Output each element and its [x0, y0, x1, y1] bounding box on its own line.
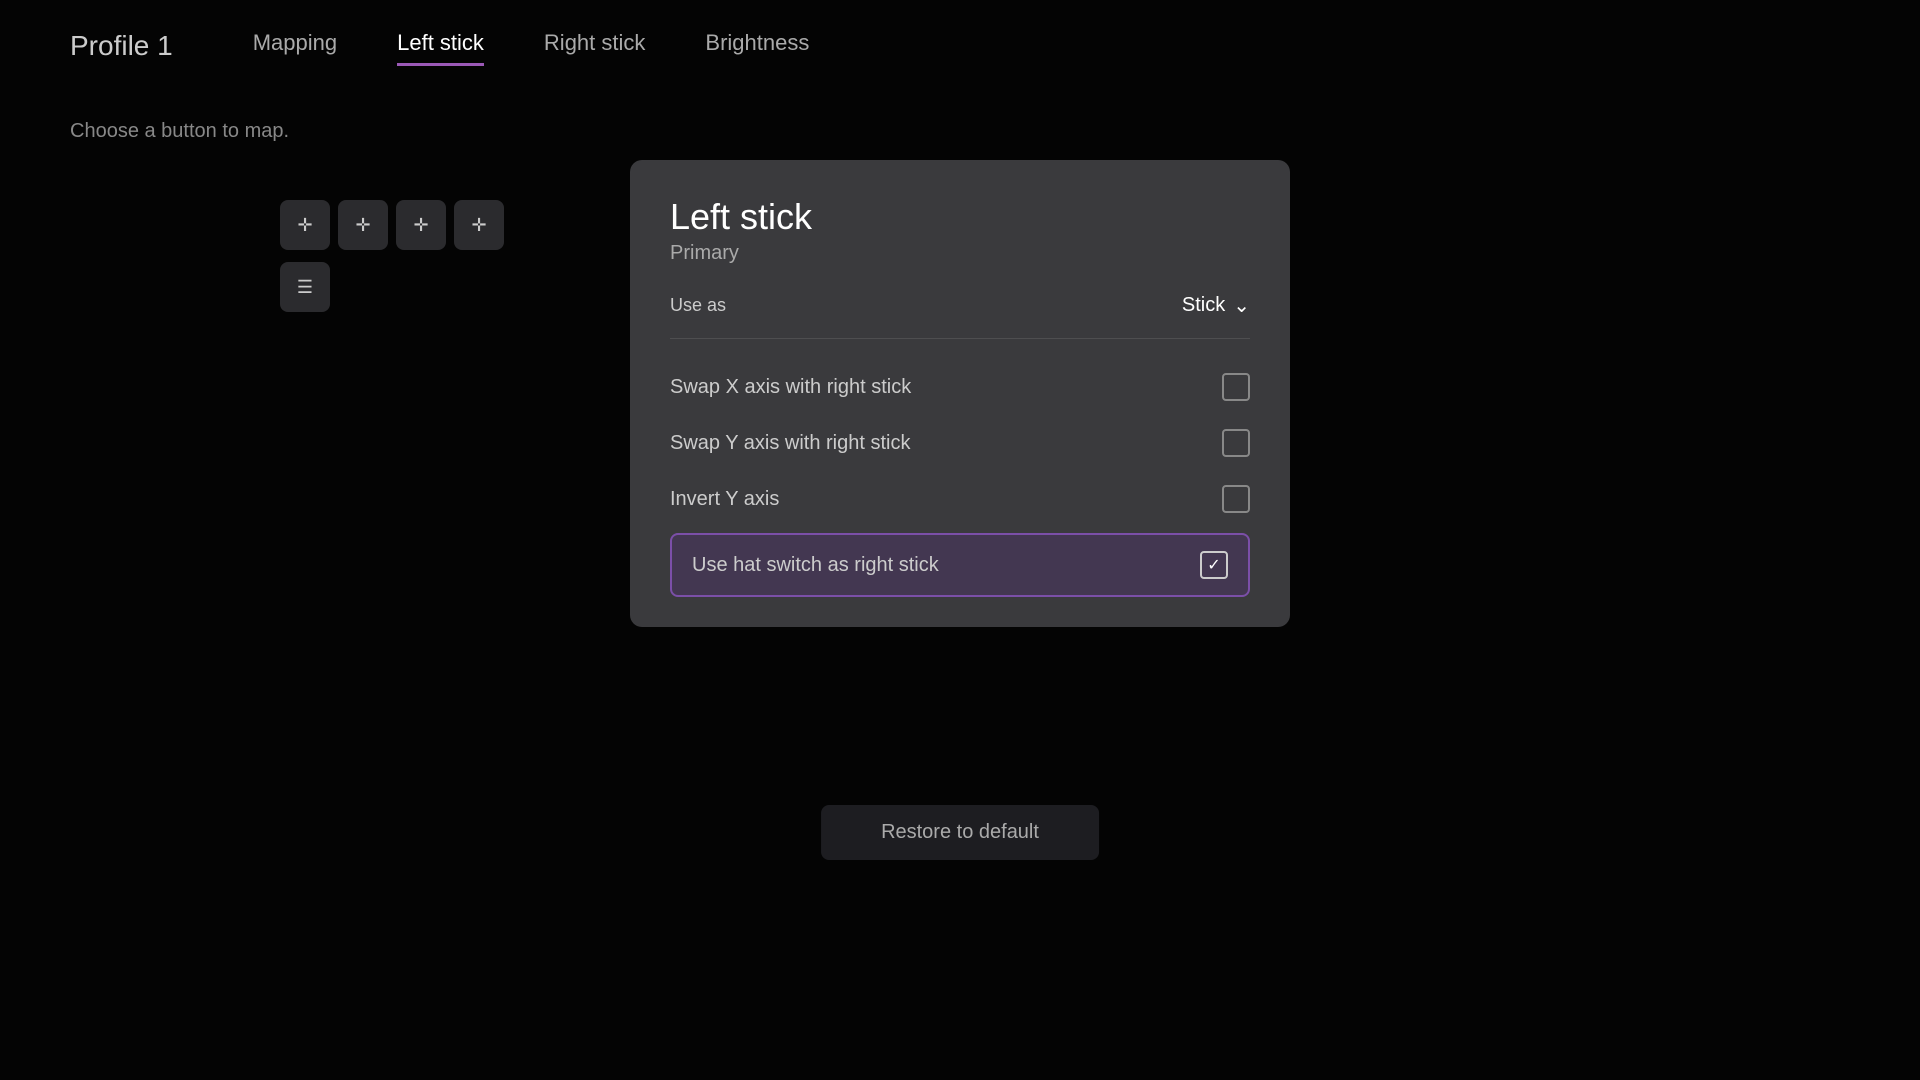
toolbar-row-1: ✛ ✛ ✛ ✛: [280, 200, 504, 250]
chevron-down-icon: ⌄: [1233, 293, 1250, 318]
checkbox-swap-y[interactable]: [1222, 429, 1250, 457]
toolbar-row-2: ☰: [280, 262, 504, 312]
left-stick-modal: Left stick Primary Use as Stick ⌄ Swap X…: [630, 160, 1290, 627]
tab-brightness[interactable]: Brightness: [705, 30, 809, 62]
option-swap-x-label: Swap X axis with right stick: [670, 376, 911, 399]
option-invert-y-label: Invert Y axis: [670, 488, 779, 511]
checkbox-invert-y[interactable]: [1222, 485, 1250, 513]
option-invert-y[interactable]: Invert Y axis: [670, 471, 1250, 527]
toolbar-btn-dpad2[interactable]: ✛: [338, 200, 388, 250]
toolbar-btn-dpad[interactable]: ✛: [280, 200, 330, 250]
checkbox-swap-x[interactable]: [1222, 373, 1250, 401]
option-hat-switch[interactable]: Use hat switch as right stick: [670, 533, 1250, 597]
toolbar-btn-dpad3[interactable]: ✛: [396, 200, 446, 250]
divider-1: [670, 338, 1250, 339]
tab-mapping[interactable]: Mapping: [253, 30, 337, 62]
nav-tabs: Mapping Left stick Right stick Brightnes…: [253, 30, 810, 62]
option-swap-y[interactable]: Swap Y axis with right stick: [670, 415, 1250, 471]
profile-title: Profile 1: [70, 30, 173, 62]
option-swap-y-label: Swap Y axis with right stick: [670, 432, 910, 455]
use-as-stick-value: Stick: [1182, 294, 1225, 317]
modal-subtitle: Primary: [670, 242, 1250, 265]
tab-right-stick[interactable]: Right stick: [544, 30, 645, 62]
use-as-label: Use as: [670, 295, 726, 316]
left-toolbar: ✛ ✛ ✛ ✛ ☰: [280, 200, 504, 312]
header: Profile 1 Mapping Left stick Right stick…: [0, 0, 1920, 92]
modal-title: Left stick: [670, 196, 1250, 238]
use-as-value[interactable]: Stick ⌄: [1182, 293, 1250, 318]
tab-left-stick[interactable]: Left stick: [397, 30, 484, 62]
option-hat-switch-label: Use hat switch as right stick: [692, 554, 939, 577]
checkbox-hat-switch[interactable]: [1200, 551, 1228, 579]
use-as-row[interactable]: Use as Stick ⌄: [670, 293, 1250, 318]
page-subtitle: Choose a button to map.: [70, 120, 289, 143]
toolbar-btn-dpad4[interactable]: ✛: [454, 200, 504, 250]
toolbar-btn-menu[interactable]: ☰: [280, 262, 330, 312]
option-swap-x[interactable]: Swap X axis with right stick: [670, 359, 1250, 415]
restore-default-button[interactable]: Restore to default: [821, 805, 1099, 860]
